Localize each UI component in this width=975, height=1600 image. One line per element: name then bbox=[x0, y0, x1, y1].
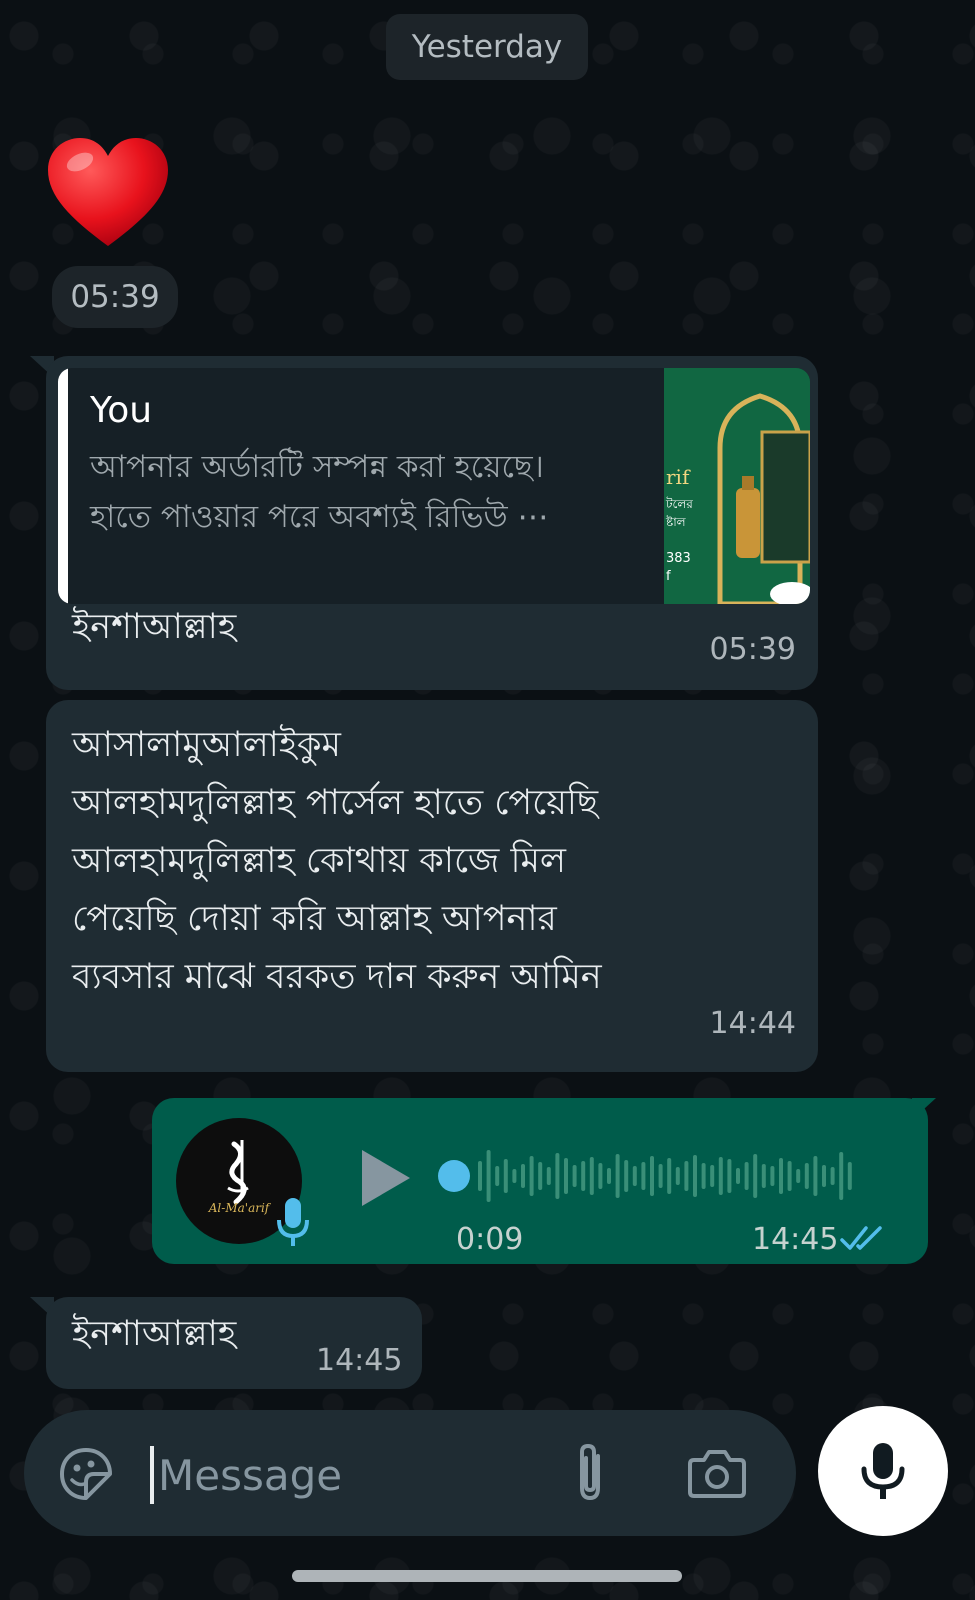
waveform-bar bbox=[529, 1156, 534, 1196]
waveform-bar bbox=[744, 1162, 749, 1190]
waveform-bar bbox=[658, 1164, 663, 1188]
incoming-message-bubble[interactable]: আসালামুআলাইকুম আলহামদুলিল্লাহ পার্সেল হা… bbox=[46, 700, 818, 1072]
quoted-text: আপনার অর্ডারটি সম্পন্ন করা হয়েছে। হাতে … bbox=[90, 449, 549, 535]
quoted-image-thumbnail: rif টলের ষ্টাল 383 f bbox=[664, 368, 810, 604]
waveform-bar bbox=[796, 1169, 801, 1183]
waveform-bar bbox=[607, 1168, 611, 1184]
message-text: ইনশাআল্লাহ bbox=[72, 607, 237, 647]
waveform-bar bbox=[503, 1159, 508, 1193]
waveform-bar bbox=[770, 1166, 775, 1186]
mic-icon bbox=[861, 1443, 905, 1499]
incoming-message-bubble[interactable]: You আপনার অর্ডারটি সম্পন্ন করা হয়েছে। হ… bbox=[46, 356, 818, 690]
waveform-bar bbox=[632, 1166, 637, 1186]
waveform-bar bbox=[830, 1167, 835, 1185]
heart-reaction-icon[interactable] bbox=[44, 134, 172, 252]
camera-icon[interactable] bbox=[688, 1448, 746, 1498]
waveform-bar bbox=[615, 1154, 620, 1198]
waveform-bar bbox=[546, 1167, 551, 1185]
waveform-bar bbox=[684, 1161, 689, 1191]
home-indicator bbox=[292, 1570, 682, 1582]
waveform-bar bbox=[847, 1162, 852, 1190]
message-text: আসালামুআলাইকুম আলহামদুলিল্লাহ পার্সেল হা… bbox=[72, 725, 602, 997]
waveform-bar bbox=[641, 1162, 646, 1190]
waveform-bar bbox=[761, 1164, 766, 1188]
waveform-bar bbox=[839, 1152, 844, 1200]
waveform-bar bbox=[572, 1165, 577, 1187]
waveform-bar bbox=[718, 1157, 723, 1195]
waveform-bar bbox=[813, 1156, 818, 1196]
svg-text:টলের: টলের bbox=[665, 497, 693, 511]
waveform-bar bbox=[598, 1163, 603, 1189]
incoming-message-bubble[interactable]: ইনশাআল্লাহ 14:45 bbox=[46, 1297, 422, 1389]
waveform-bar bbox=[727, 1159, 732, 1193]
message-text: ইনশাআল্লাহ bbox=[72, 1314, 237, 1354]
reaction-time: 05:39 bbox=[52, 266, 178, 328]
play-icon[interactable] bbox=[358, 1146, 414, 1210]
svg-text:Al-Ma'arif: Al-Ma'arif bbox=[208, 1201, 272, 1215]
waveform-bar bbox=[521, 1164, 525, 1188]
outgoing-voice-message[interactable]: Al-Ma'arif 0:09 14:45 bbox=[152, 1098, 928, 1264]
waveform-bar bbox=[495, 1166, 500, 1186]
message-time: 14:44 bbox=[709, 1006, 796, 1041]
waveform-bar bbox=[564, 1158, 568, 1194]
waveform-bar bbox=[675, 1167, 680, 1185]
voice-waveform[interactable] bbox=[432, 1140, 872, 1210]
svg-text:rif: rif bbox=[666, 465, 691, 489]
waveform-bar bbox=[512, 1169, 517, 1183]
svg-text:ষ্টাল: ষ্টাল bbox=[665, 515, 687, 529]
read-receipt-icon bbox=[840, 1226, 882, 1250]
quote-accent-bar bbox=[58, 368, 68, 604]
message-time: 14:45 bbox=[316, 1343, 403, 1378]
waveform-bar bbox=[538, 1162, 543, 1190]
waveform-bar bbox=[589, 1157, 594, 1195]
message-time: 14:45 bbox=[752, 1222, 839, 1257]
text-cursor bbox=[150, 1446, 154, 1504]
waveform-bar bbox=[822, 1165, 826, 1187]
waveform-bar bbox=[478, 1161, 482, 1191]
microphone-badge-icon bbox=[277, 1198, 309, 1246]
emoji-icon[interactable] bbox=[58, 1446, 114, 1502]
waveform-bar bbox=[779, 1158, 783, 1194]
waveform-bar bbox=[693, 1155, 697, 1197]
waveform-bar bbox=[701, 1163, 706, 1189]
svg-text:f: f bbox=[666, 569, 671, 584]
waveform-bar bbox=[804, 1163, 809, 1189]
waveform-bar bbox=[736, 1168, 740, 1184]
waveform-bar bbox=[710, 1165, 715, 1187]
voice-duration: 0:09 bbox=[456, 1222, 524, 1257]
quoted-message[interactable]: You আপনার অর্ডারটি সম্পন্ন করা হয়েছে। হ… bbox=[58, 368, 810, 604]
quoted-author: You bbox=[90, 390, 153, 431]
date-separator: Yesterday bbox=[386, 14, 588, 80]
waveform-bar bbox=[486, 1150, 491, 1202]
waveform-scrubber[interactable] bbox=[438, 1160, 470, 1192]
waveform-bar bbox=[753, 1154, 758, 1198]
waveform-bar bbox=[667, 1158, 672, 1194]
waveform-bar bbox=[650, 1156, 654, 1196]
voice-record-button[interactable] bbox=[818, 1406, 948, 1536]
message-time: 05:39 bbox=[709, 632, 796, 667]
message-composer bbox=[24, 1410, 796, 1536]
waveform-bar bbox=[581, 1161, 586, 1191]
attach-icon[interactable] bbox=[570, 1440, 610, 1506]
svg-text:383: 383 bbox=[666, 551, 691, 566]
waveform-bar bbox=[624, 1160, 629, 1192]
message-input[interactable] bbox=[156, 1442, 540, 1508]
waveform-bar bbox=[787, 1161, 792, 1191]
waveform-bar bbox=[555, 1153, 560, 1199]
